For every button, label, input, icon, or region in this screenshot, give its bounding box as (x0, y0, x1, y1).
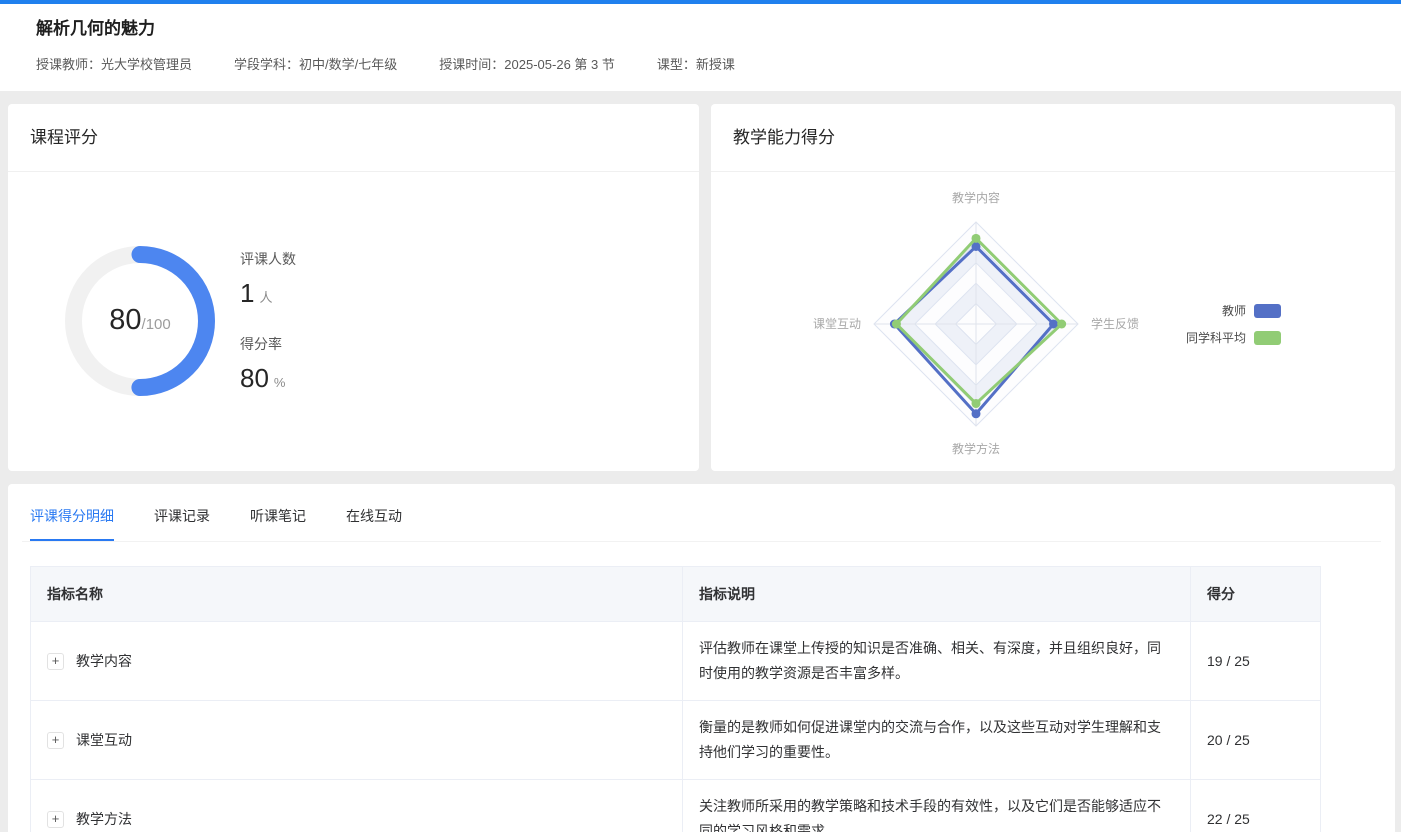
radar-axis-label: 课堂互动 (813, 317, 861, 331)
teaching-ability-card: 教学能力得分 教学内容学生反馈教学方法 课堂互动 教师 同学科平均 (711, 104, 1395, 471)
meta-label: 学段学科： (234, 57, 299, 72)
indicator-description: 衡量的是教师如何促进课堂内的交流与合作，以及这些互动对学生理解和支持他们学习的重… (683, 701, 1191, 780)
card-divider (711, 171, 1395, 172)
meta-value: 新授课 (696, 57, 735, 72)
radar-legend: 教师 同学科平均 (1186, 302, 1281, 356)
stat-number: 80 (240, 363, 269, 393)
score-stats: 评课人数 1人 得分率 80% (240, 249, 296, 419)
stat-unit: 人 (259, 290, 272, 305)
evaluation-detail-panel: 评课得分明细评课记录听课笔记在线互动 指标名称指标说明得分 + 教学内容 评估教… (8, 484, 1395, 832)
page-title: 解析几何的魅力 (36, 17, 1365, 41)
expand-row-button[interactable]: + (47, 732, 64, 749)
indicator-score: 22 / 25 (1191, 780, 1321, 832)
radar-legend-item[interactable]: 同学科平均 (1186, 329, 1281, 346)
detail-tab[interactable]: 在线互动 (346, 500, 402, 541)
indicator-score: 20 / 25 (1191, 701, 1321, 780)
radar-data-point (892, 320, 901, 329)
stat-item: 评课人数 1人 (240, 249, 296, 313)
table-column-header: 得分 (1191, 567, 1321, 622)
card-divider (8, 171, 699, 172)
radar-svg: 教学内容学生反馈教学方法 课堂互动 (771, 176, 1211, 472)
indicator-name: 课堂互动 (76, 730, 132, 750)
indicator-description: 关注教师所采用的教学策略和技术手段的有效性，以及它们是否能够适应不同的学习风格和… (683, 780, 1191, 832)
teaching-ability-card-title: 教学能力得分 (711, 104, 1395, 150)
detail-tab[interactable]: 评课得分明细 (30, 500, 114, 541)
meta-value: 2025-05-26 第 3 节 (504, 57, 615, 72)
stat-label: 评课人数 (240, 249, 296, 269)
score-detail-table: 指标名称指标说明得分 + 教学内容 评估教师在课堂上传授的知识是否准确、相关、有… (30, 566, 1321, 832)
meta-value: 初中/数学/七年级 (299, 57, 397, 72)
detail-tab[interactable]: 听课笔记 (250, 500, 306, 541)
table-row: + 教学内容 评估教师在课堂上传授的知识是否准确、相关、有深度，并且组织良好，同… (31, 622, 1321, 701)
score-donut-chart: 80/100 (65, 246, 215, 396)
donut-center-label: 80/100 (65, 246, 215, 396)
meta-label: 授课时间： (439, 57, 504, 72)
summary-cards-row: 课程评分 80/100 评课人数 1人 得分率 80% 教学能力得分 (8, 104, 1395, 471)
course-meta-item: 课型：新授课 (657, 56, 735, 74)
radar-data-point (972, 409, 981, 418)
legend-label: 教师 (1222, 302, 1246, 319)
table-row: + 教学方法 关注教师所采用的教学策略和技术手段的有效性，以及它们是否能够适应不… (31, 780, 1321, 832)
detail-tab[interactable]: 评课记录 (154, 500, 210, 541)
table-row: + 课堂互动 衡量的是教师如何促进课堂内的交流与合作，以及这些互动对学生理解和支… (31, 701, 1321, 780)
course-score-card: 课程评分 80/100 评课人数 1人 得分率 80% (8, 104, 699, 471)
indicator-name: 教学方法 (76, 809, 132, 829)
meta-label: 授课教师： (36, 57, 101, 72)
expand-row-button[interactable]: + (47, 653, 64, 670)
meta-value: 光大学校管理员 (101, 57, 192, 72)
radar-axis-label: 学生反馈 (1091, 316, 1139, 331)
table-header-row: 指标名称指标说明得分 (31, 567, 1321, 622)
radar-legend-item[interactable]: 教师 (1186, 302, 1281, 319)
radar-data-point (1057, 320, 1066, 329)
radar-data-point (972, 234, 981, 243)
legend-label: 同学科平均 (1186, 329, 1246, 346)
donut-score-value: 80 (109, 304, 141, 337)
indicator-score: 19 / 25 (1191, 622, 1321, 701)
legend-color-swatch (1254, 304, 1281, 318)
stat-item: 得分率 80% (240, 334, 296, 398)
course-meta-item: 学段学科：初中/数学/七年级 (234, 56, 397, 74)
stat-label: 得分率 (240, 334, 296, 354)
detail-tabs: 评课得分明细评课记录听课笔记在线互动 (22, 500, 1381, 542)
stat-unit: % (274, 375, 286, 390)
table-column-header: 指标说明 (683, 567, 1191, 622)
radar-axis-label: 教学方法 (952, 441, 1000, 456)
radar-data-point (972, 399, 981, 408)
course-meta-item: 授课教师：光大学校管理员 (36, 56, 192, 74)
indicator-description: 评估教师在课堂上传授的知识是否准确、相关、有深度，并且组织良好，同时使用的教学资… (683, 622, 1191, 701)
stat-value: 80% (240, 363, 296, 398)
stat-number: 1 (240, 278, 254, 308)
expand-row-button[interactable]: + (47, 811, 64, 828)
indicator-name: 教学内容 (76, 651, 132, 671)
course-meta-item: 授课时间：2025-05-26 第 3 节 (439, 56, 615, 74)
page-header: 解析几何的魅力 授课教师：光大学校管理员 学段学科：初中/数学/七年级 授课时间：2… (0, 4, 1401, 91)
radar-axis-label: 教学内容 (952, 190, 1000, 205)
table-column-header: 指标名称 (31, 567, 683, 622)
donut-denominator: /100 (142, 316, 171, 333)
course-score-card-title: 课程评分 (8, 104, 699, 150)
course-meta-row: 授课教师：光大学校管理员 学段学科：初中/数学/七年级 授课时间：2025-05-2… (36, 56, 1365, 74)
teaching-ability-radar-chart: 教学内容学生反馈教学方法 课堂互动 (771, 176, 1211, 472)
legend-color-swatch (1254, 331, 1281, 345)
meta-label: 课型： (657, 57, 696, 72)
stat-value: 1人 (240, 278, 296, 313)
